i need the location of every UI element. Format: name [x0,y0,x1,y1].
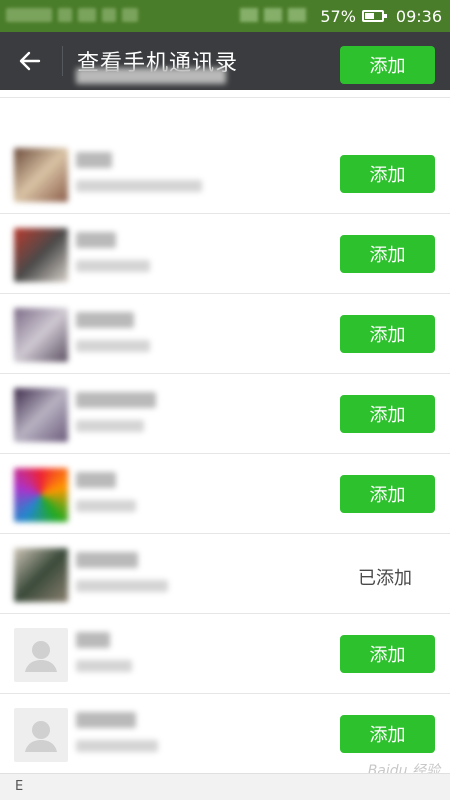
list-item: 已添加 [0,534,450,614]
battery-percent: 57% [320,6,356,26]
add-button[interactable]: 添加 [340,155,435,193]
contact-subtitle [76,660,132,672]
contact-subtitle [76,180,202,192]
list-item: 添加 [0,374,450,454]
avatar [14,228,68,282]
contact-subtitle [76,260,150,272]
add-button[interactable]: 添加 [340,235,435,273]
avatar [14,468,68,522]
avatar [14,148,68,202]
clock: 09:36 [395,6,442,26]
default-avatar-icon [14,708,68,762]
status-bar-notification-icons [6,8,138,22]
contact-name [76,472,116,488]
list-item: 添加 [0,454,450,534]
list-item: 添加 [0,134,450,214]
contact-subtitle [76,580,168,592]
list-item: 添加 [0,214,450,294]
list-item: 添加 [0,46,450,98]
add-button[interactable]: 添加 [340,315,435,353]
contact-subtitle [76,68,226,84]
contact-name [76,312,134,328]
add-button[interactable]: 添加 [340,715,435,753]
avatar [14,548,68,602]
contact-name [76,712,136,728]
add-button[interactable]: 添加 [340,46,435,84]
contact-name [76,632,110,648]
list-item: 添加 [0,614,450,694]
signal-icons [240,8,306,22]
battery-icon [361,10,387,22]
contact-subtitle [76,740,158,752]
contact-name [76,392,156,408]
status-bar: 57% 09:36 [0,0,450,32]
avatar [14,308,68,362]
contact-name [76,552,138,568]
default-avatar-icon [14,628,68,682]
contact-name [76,152,112,168]
contact-subtitle [76,340,150,352]
contact-subtitle [76,420,144,432]
contact-name [76,232,116,248]
contact-subtitle [76,500,136,512]
add-button[interactable]: 添加 [340,635,435,673]
avatar [14,388,68,442]
add-button[interactable]: 添加 [340,395,435,433]
list-item: 添加 [0,294,450,374]
add-button[interactable]: 添加 [340,475,435,513]
index-header: E [0,773,450,800]
added-status: 已添加 [358,568,412,589]
